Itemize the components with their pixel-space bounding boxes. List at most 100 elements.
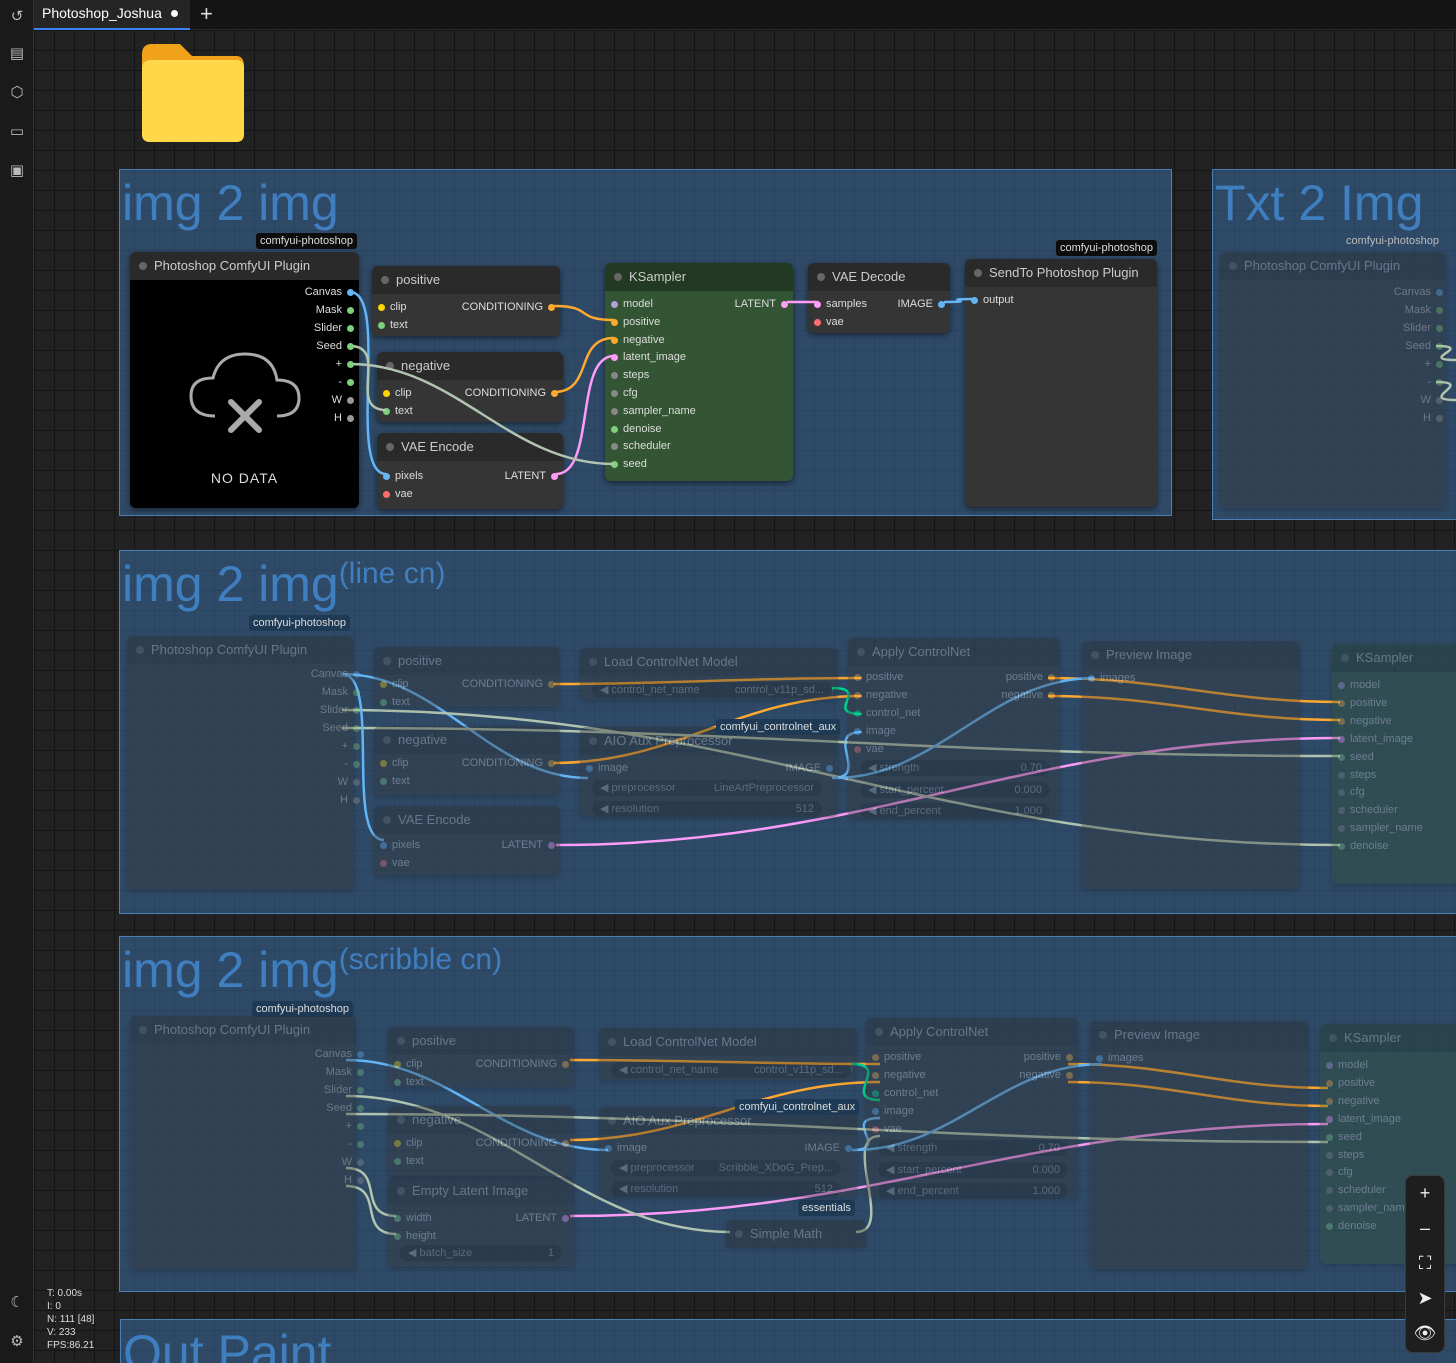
- slot-positive[interactable]: positive: [872, 1050, 921, 1064]
- zoom-in-button[interactable]: +: [1406, 1176, 1444, 1211]
- slot-denoise[interactable]: denoise: [1338, 839, 1389, 853]
- slot-vae[interactable]: vae: [814, 315, 844, 329]
- slot-image-out[interactable]: IMAGE: [786, 761, 833, 775]
- slot-mask[interactable]: Mask: [322, 685, 360, 699]
- node-title[interactable]: Apply ControlNet: [866, 1018, 1078, 1046]
- controlnet-name-widget[interactable]: ◀ control_net_name control_v11p_sd...: [592, 682, 832, 698]
- slot-images[interactable]: images: [1088, 671, 1135, 685]
- slot-steps[interactable]: steps: [611, 368, 649, 382]
- node-positive[interactable]: positive clip text CONDITIONING: [374, 647, 560, 708]
- node-positive[interactable]: positive clip text CONDITIONING: [388, 1027, 574, 1089]
- slot-canvas[interactable]: Canvas: [1394, 285, 1443, 299]
- node-title[interactable]: KSampler: [1332, 644, 1456, 672]
- slot-w[interactable]: W: [338, 775, 360, 789]
- slot-seed[interactable]: seed: [1326, 1130, 1362, 1144]
- preprocessor-widget[interactable]: ◀ preprocessor LineArtPreprocessor: [592, 780, 822, 796]
- slot-text[interactable]: text: [380, 774, 410, 788]
- node-title[interactable]: Preview Image: [1082, 641, 1300, 669]
- slot-latent_image[interactable]: latent_image: [1338, 732, 1413, 746]
- slot-seed[interactable]: seed: [611, 457, 647, 471]
- slot-sampler_name[interactable]: sampler_name: [1338, 821, 1423, 835]
- toggle-links-button[interactable]: 👁: [1406, 1316, 1444, 1351]
- slot-pixels[interactable]: pixels: [380, 838, 420, 852]
- theme-icon[interactable]: ☾: [5, 1291, 29, 1315]
- slot-height[interactable]: height: [394, 1229, 436, 1243]
- slot-positive[interactable]: positive: [854, 670, 903, 684]
- slot-steps[interactable]: steps: [1338, 768, 1376, 782]
- slot-positive[interactable]: positive: [1338, 696, 1387, 710]
- slot-text[interactable]: text: [394, 1075, 424, 1089]
- slot-image[interactable]: image: [605, 1141, 647, 1155]
- node-title[interactable]: KSampler: [605, 263, 793, 291]
- slot-w[interactable]: W: [1421, 393, 1443, 407]
- slot-text[interactable]: text: [394, 1154, 424, 1168]
- slot-scheduler[interactable]: scheduler: [1326, 1183, 1386, 1197]
- slot-denoise[interactable]: denoise: [611, 422, 662, 436]
- node-title[interactable]: positive: [372, 266, 560, 294]
- slot-negative[interactable]: negative: [1338, 714, 1392, 728]
- preprocessor-widget[interactable]: ◀ preprocessor Scribble_XDoG_Prep...: [611, 1160, 841, 1176]
- model-library-icon[interactable]: ⬡: [5, 81, 29, 105]
- slot-seed[interactable]: Seed: [1405, 339, 1443, 353]
- slot-cfg[interactable]: cfg: [1326, 1165, 1353, 1179]
- node-title[interactable]: Preview Image: [1090, 1021, 1308, 1049]
- workflow-tab[interactable]: Photoshop_Joshua: [34, 0, 190, 30]
- slot-cfg[interactable]: cfg: [611, 386, 638, 400]
- slot-image[interactable]: image: [854, 724, 896, 738]
- slot-w[interactable]: W: [342, 1155, 364, 1169]
- slot-conditioning-out[interactable]: CONDITIONING: [462, 756, 555, 770]
- slot-control_net[interactable]: control_net: [872, 1086, 938, 1100]
- node-sendto-photoshop[interactable]: SendTo Photoshop Plugin output: [965, 259, 1157, 507]
- slot-text[interactable]: text: [383, 404, 413, 418]
- slot-negative[interactable]: negative: [854, 688, 908, 702]
- slot-latent-out[interactable]: LATENT: [516, 1211, 569, 1225]
- queue-icon[interactable]: ▤: [5, 42, 29, 66]
- slot-clip[interactable]: clip: [378, 300, 407, 314]
- node-preview-image[interactable]: Preview Image images: [1090, 1021, 1308, 1269]
- node-title[interactable]: Photoshop ComfyUI Plugin: [130, 252, 359, 280]
- slot-seed[interactable]: seed: [1338, 750, 1374, 764]
- slot-seed[interactable]: Seed: [326, 1101, 364, 1115]
- slot-clip[interactable]: clip: [394, 1057, 423, 1071]
- node-vae-encode[interactable]: VAE Encode pixels vae LATENT: [374, 806, 560, 876]
- slot-minus[interactable]: -: [344, 757, 360, 771]
- slot-w[interactable]: W: [332, 393, 354, 407]
- slot-samples[interactable]: samples: [814, 297, 867, 311]
- fit-view-button[interactable]: ⛶: [1406, 1246, 1444, 1281]
- slot-clip[interactable]: clip: [380, 677, 409, 691]
- end-percent-widget[interactable]: ◀ end_percent 1.000: [860, 803, 1050, 819]
- node-title[interactable]: Apply ControlNet: [848, 638, 1060, 666]
- slot-image-out[interactable]: IMAGE: [805, 1141, 852, 1155]
- node-title[interactable]: VAE Decode: [808, 263, 950, 291]
- slot-latent_image[interactable]: latent_image: [1326, 1112, 1401, 1126]
- slot-latent_image[interactable]: latent_image: [611, 350, 686, 364]
- slot-latent-out[interactable]: LATENT: [505, 469, 558, 483]
- node-title[interactable]: Photoshop ComfyUI Plugin: [130, 1016, 356, 1044]
- slot-positive-out[interactable]: positive: [1006, 670, 1055, 684]
- slot-image[interactable]: image: [586, 761, 628, 775]
- slot-conditioning-out[interactable]: CONDITIONING: [476, 1136, 569, 1150]
- node-title[interactable]: negative: [374, 726, 560, 754]
- slot-images[interactable]: images: [1096, 1051, 1143, 1065]
- slot-conditioning-out[interactable]: CONDITIONING: [462, 677, 555, 691]
- node-ksampler[interactable]: KSampler model positive negative latent_imag…: [1332, 644, 1456, 884]
- slot-vae[interactable]: vae: [854, 742, 884, 756]
- node-title[interactable]: Empty Latent Image: [388, 1177, 574, 1205]
- slot-text[interactable]: text: [378, 318, 408, 332]
- slot-minus[interactable]: -: [1427, 375, 1443, 389]
- graph-canvas[interactable]: img 2 img comfyui-photoshop comfyui-phot…: [34, 30, 1456, 1363]
- slot-seed[interactable]: Seed: [322, 721, 360, 735]
- node-title[interactable]: Photoshop ComfyUI Plugin: [127, 636, 353, 664]
- slot-slider[interactable]: Slider: [320, 703, 360, 717]
- node-negative[interactable]: negative clip text CONDITIONING: [388, 1106, 574, 1176]
- slot-conditioning-out[interactable]: CONDITIONING: [462, 300, 555, 314]
- slot-h[interactable]: H: [1423, 411, 1443, 425]
- slot-latent-out[interactable]: LATENT: [502, 838, 555, 852]
- workflows-icon[interactable]: ▭: [5, 120, 29, 144]
- add-tab-button[interactable]: +: [200, 0, 213, 28]
- slot-sampler_name[interactable]: sampler_name: [611, 404, 696, 418]
- slot-plus[interactable]: +: [336, 357, 354, 371]
- node-preview-image[interactable]: Preview Image images: [1082, 641, 1300, 889]
- zoom-out-button[interactable]: –: [1406, 1211, 1444, 1246]
- slot-canvas[interactable]: Canvas: [315, 1047, 364, 1061]
